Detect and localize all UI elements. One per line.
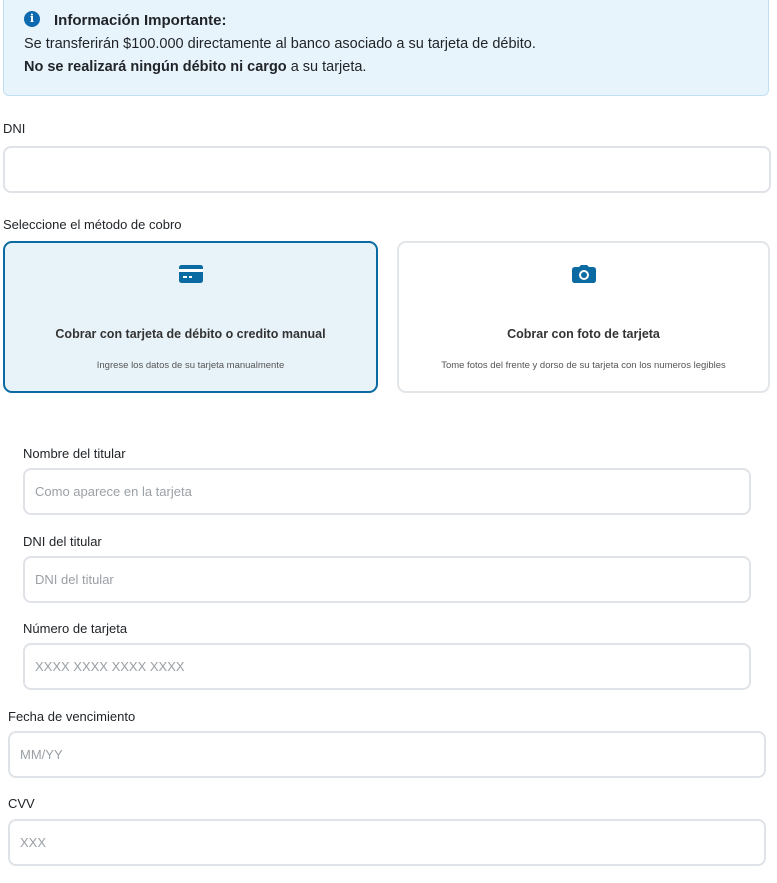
info-alert: i Información Importante: Se transferirá…: [3, 0, 769, 96]
holder-dni-label: DNI del titular: [23, 534, 102, 549]
method-option-subtitle: Ingrese los datos de su tarjeta manualme…: [96, 360, 285, 371]
info-circle-icon: i: [24, 11, 40, 27]
dni-input[interactable]: [3, 146, 771, 193]
method-option-subtitle: Tome fotos del frente y dorso de su tarj…: [441, 360, 726, 371]
expiry-label: Fecha de vencimiento: [8, 709, 136, 724]
holder-name-label: Nombre del titular: [23, 446, 126, 461]
dni-label: DNI: [3, 121, 26, 136]
alert-note-rest: a su tarjeta.: [286, 59, 367, 75]
cvv-label: CVV: [8, 796, 35, 811]
method-option-manual-card[interactable]: Cobrar con tarjeta de débito o credito m…: [3, 241, 378, 393]
payment-method-label: Seleccione el método de cobro: [3, 217, 182, 232]
expiry-input[interactable]: [8, 731, 766, 778]
credit-card-icon: [178, 265, 203, 283]
alert-note: No se realizará ningún débito ni cargo a…: [24, 59, 366, 75]
card-number-label: Número de tarjeta: [23, 621, 128, 636]
card-number-input[interactable]: [23, 643, 751, 690]
method-option-title: Cobrar con foto de tarjeta: [507, 327, 660, 341]
alert-message: Se transferirán $100.000 directamente al…: [24, 36, 536, 52]
camera-icon: [571, 265, 596, 283]
cvv-input[interactable]: [8, 819, 766, 866]
holder-name-input[interactable]: [23, 468, 751, 515]
alert-title: Información Importante:: [54, 12, 227, 29]
alert-note-bold: No se realizará ningún débito ni cargo: [24, 59, 287, 75]
method-option-photo-card[interactable]: Cobrar con foto de tarjeta Tome fotos de…: [397, 241, 770, 393]
holder-dni-input[interactable]: [23, 556, 751, 603]
method-option-title: Cobrar con tarjeta de débito o credito m…: [55, 327, 326, 341]
